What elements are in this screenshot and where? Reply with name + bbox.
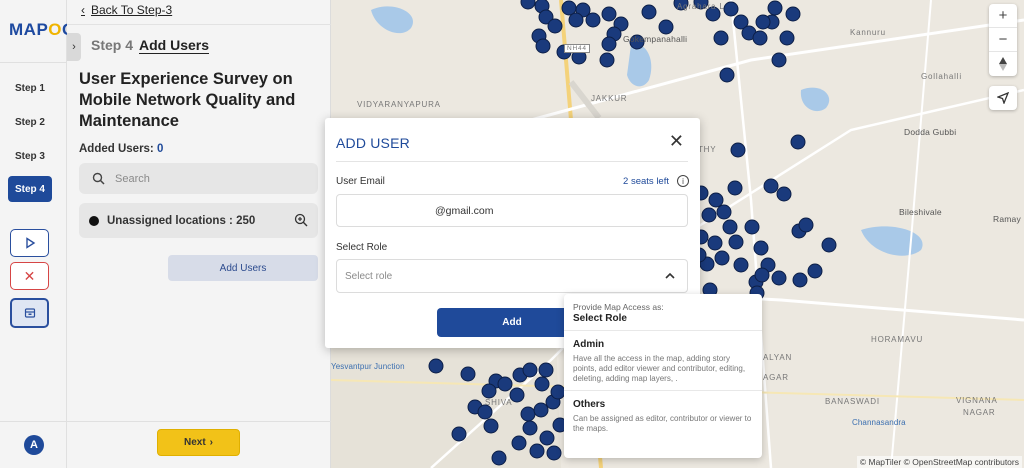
map-label-kempanahalli: Gokempanahalli <box>623 34 688 44</box>
added-users-count: 0 <box>156 143 164 155</box>
divider <box>67 24 331 25</box>
role-option-title: Others <box>573 399 606 410</box>
divider <box>0 421 67 422</box>
next-button-label: Next <box>183 437 206 448</box>
role-option-title: Admin <box>573 339 605 350</box>
rail-step-4[interactable]: Step 4 <box>8 176 52 202</box>
play-icon <box>25 237 35 249</box>
chevron-up-icon <box>665 272 675 279</box>
map-attribution[interactable]: © MapTiler © OpenStreetMap contributors <box>856 456 1022 468</box>
map-label-yesvantpur: Yesvantpur Junction <box>331 362 405 371</box>
map-label-athy: THY <box>698 145 717 154</box>
compass-icon <box>999 57 1007 71</box>
role-select[interactable]: Select role <box>336 259 688 293</box>
rail-step-3[interactable]: Step 3 <box>8 143 52 169</box>
zoom-in-button[interactable]: + <box>989 4 1017 28</box>
collapse-panel-button[interactable]: › <box>67 33 81 61</box>
role-option-description: Can be assigned as editor, contributor o… <box>573 414 752 433</box>
side-panel: ‹ Back To Step-3 › Step 4 Add Users User… <box>67 0 331 468</box>
play-button[interactable] <box>10 229 49 257</box>
zoom-in-icon[interactable] <box>294 213 308 227</box>
map-label-agar: AGAR <box>763 373 789 382</box>
search-placeholder: Search <box>115 172 150 185</box>
role-option-description: Have all the access in the map, adding s… <box>573 354 746 383</box>
role-placeholder: Select role <box>345 270 393 282</box>
map-label-nagar: NAGAR <box>963 408 996 417</box>
save-button[interactable] <box>10 298 49 328</box>
map-zoom-controls: + − <box>989 4 1017 76</box>
map-label-vignana: VIGNANA <box>956 396 998 405</box>
add-users-button[interactable]: Add Users <box>168 255 318 281</box>
map-label-channasandra: Channasandra <box>852 418 906 427</box>
rail-step-2[interactable]: Step 2 <box>8 109 52 135</box>
map-label-vidyaranyapura: VIDYARANYAPURA <box>357 100 441 109</box>
info-icon[interactable]: i <box>677 175 689 187</box>
close-icon: ✕ <box>23 267 36 284</box>
role-label: Select Role <box>336 242 388 253</box>
seats-left: 2 seats left <box>623 176 669 187</box>
step-number: Step 4 <box>91 37 134 53</box>
map-label-bileshivale: Bileshivale <box>899 207 942 217</box>
search-icon <box>92 172 105 185</box>
search-input[interactable]: Search <box>79 163 318 194</box>
divider <box>336 161 688 162</box>
back-link[interactable]: ‹ Back To Step-3 <box>81 3 172 17</box>
map-label-ramayy: Ramay <box>993 214 1021 224</box>
modal-title: ADD USER <box>336 135 410 151</box>
map-label-nh44: NH44 <box>564 44 590 53</box>
geolocate-button[interactable] <box>989 86 1017 110</box>
email-label: User Email <box>336 176 385 187</box>
chevron-right-icon: › <box>209 437 214 448</box>
unassigned-label: Unassigned locations : 250 <box>107 214 256 227</box>
save-icon <box>24 308 35 318</box>
mapog-logo[interactable]: MAPOG <box>9 20 76 40</box>
compass-button[interactable] <box>989 52 1017 76</box>
map-label-jakkur: JAKKUR <box>591 94 628 103</box>
map-label-agrahara: Agrahara L <box>677 2 725 11</box>
map-label-banaswadi: BANASWADI <box>825 397 880 406</box>
role-option-others[interactable]: Others Can be assigned as editor, contri… <box>564 391 762 440</box>
rail-step-1[interactable]: Step 1 <box>8 75 52 101</box>
map-label-gollahalli: Gollahalli <box>921 72 962 81</box>
cancel-button[interactable]: ✕ <box>10 262 49 290</box>
divider <box>0 62 67 63</box>
step-rail: MAPOG Step 1 Step 2 Step 3 Step 4 ✕ A <box>0 0 75 468</box>
map-label-kalyan: ALYAN <box>763 353 793 362</box>
navigation-arrow-icon <box>997 92 1009 104</box>
location-dot-icon <box>89 215 99 226</box>
geolocate-control <box>989 86 1017 110</box>
map-label-shiva: SHIVA <box>485 398 513 407</box>
step-name: Add Users <box>139 37 210 54</box>
page-title: User Experience Survey on Mobile Network… <box>79 70 296 130</box>
dropdown-header: Provide Map Access as: Select Role <box>564 294 762 331</box>
role-option-admin[interactable]: Admin Have all the access in the map, ad… <box>564 331 762 391</box>
close-modal-button[interactable]: ✕ <box>669 131 684 152</box>
chevron-right-icon: › <box>72 41 76 53</box>
dropdown-subtitle: Provide Map Access as: <box>573 302 664 312</box>
role-dropdown: Provide Map Access as: Select Role Admin… <box>564 294 762 458</box>
map-label-kannuru: Kannuru <box>850 28 886 37</box>
close-icon: ✕ <box>668 131 684 151</box>
added-users-label: Added Users: 0 <box>79 143 164 155</box>
unassigned-locations[interactable]: Unassigned locations : 250 <box>79 203 318 238</box>
chevron-left-icon: ‹ <box>81 3 85 17</box>
back-link-label: Back To Step-3 <box>91 3 173 17</box>
email-field[interactable]: @gmail.com <box>336 194 688 227</box>
map-label-dodda-gubbi: Dodda Gubbi <box>904 127 957 137</box>
dropdown-title: Select Role <box>573 313 627 324</box>
step-heading: Step 4 Add Users <box>91 37 210 54</box>
next-button[interactable]: Next › <box>157 429 240 456</box>
divider <box>67 421 331 422</box>
avatar[interactable]: A <box>24 435 44 455</box>
map-label-horamavu: HORAMAVU <box>871 335 924 344</box>
zoom-out-button[interactable]: − <box>989 28 1017 52</box>
